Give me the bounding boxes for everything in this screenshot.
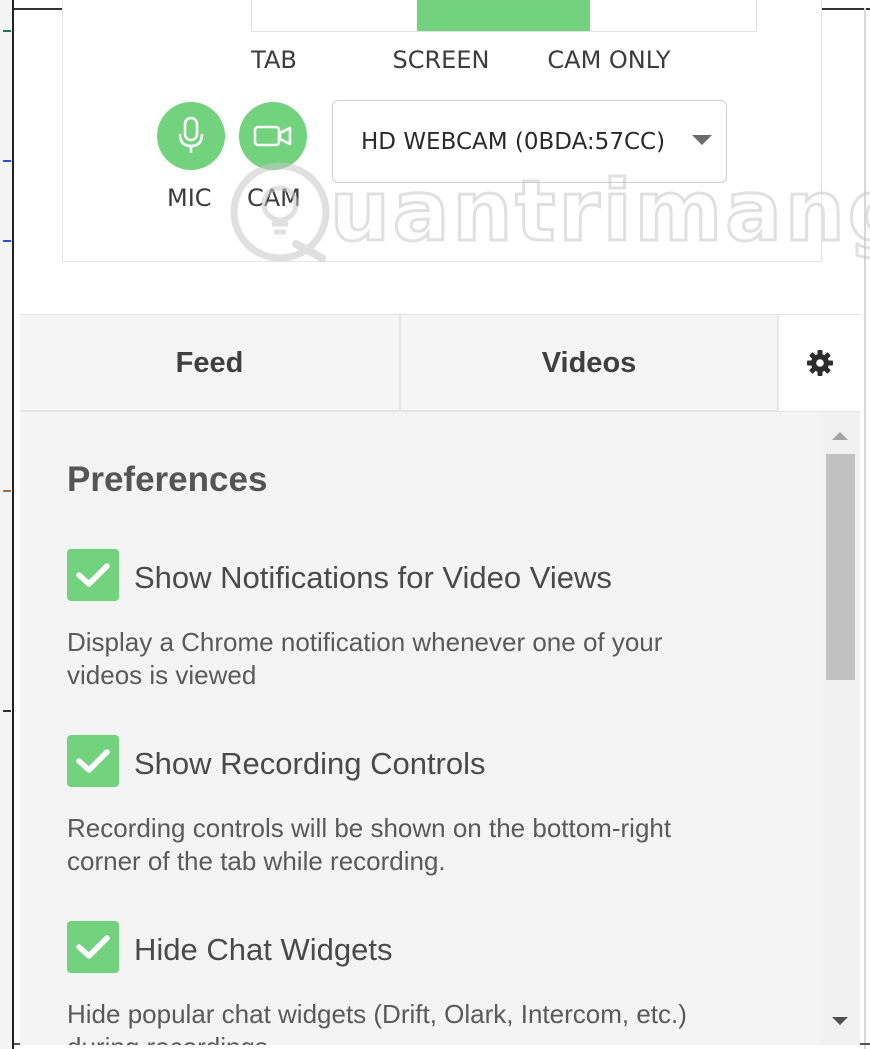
scroll-down-arrow-icon[interactable] xyxy=(832,1017,848,1025)
checkmark-icon xyxy=(76,935,110,959)
show-notifications-checkbox[interactable] xyxy=(67,549,119,601)
edge-mark xyxy=(3,160,11,162)
checkmark-icon xyxy=(76,749,110,773)
cam-label: CAM xyxy=(247,184,301,212)
tab-videos[interactable]: Videos xyxy=(401,315,779,411)
description-line: Recording controls will be shown on the … xyxy=(67,813,672,843)
mode-screen-label[interactable]: SCREEN xyxy=(356,46,526,74)
mode-tab-segment[interactable] xyxy=(252,0,417,31)
mic-toggle-button[interactable] xyxy=(157,102,225,170)
edge-mark xyxy=(3,240,11,242)
mode-screen-segment[interactable] xyxy=(417,0,590,31)
edge-mark xyxy=(3,710,11,712)
preferences-title: Preferences xyxy=(67,460,268,499)
camera-select-value: HD WEBCAM (0BDA:57CC) xyxy=(361,129,666,155)
mode-cam-only-segment[interactable] xyxy=(590,0,756,31)
edge-mark xyxy=(3,30,11,32)
mic-label: MIC xyxy=(167,184,212,212)
preferences-scrollbar[interactable] xyxy=(820,412,860,1045)
scroll-up-arrow-icon[interactable] xyxy=(832,432,848,440)
show-recording-controls-checkbox[interactable] xyxy=(67,735,119,787)
show-notifications-description: Display a Chrome notification whenever o… xyxy=(67,626,787,692)
scrollbar-thumb[interactable] xyxy=(826,454,855,680)
video-camera-icon xyxy=(253,125,292,147)
background-window-edge xyxy=(0,0,14,1049)
hide-chat-widgets-description: Hide popular chat widgets (Drift, Olark,… xyxy=(67,998,787,1045)
camera-source-select[interactable]: HD WEBCAM (0BDA:57CC) xyxy=(332,100,727,183)
description-line: corner of the tab while recording. xyxy=(67,846,446,876)
tab-settings[interactable] xyxy=(779,315,860,411)
popup-right-border xyxy=(864,8,866,1049)
description-line: videos is viewed xyxy=(67,660,257,690)
description-line: Hide popular chat widgets (Drift, Olark,… xyxy=(67,999,687,1029)
hide-chat-widgets-label[interactable]: Hide Chat Widgets xyxy=(134,932,392,968)
hide-chat-widgets-checkbox[interactable] xyxy=(67,921,119,973)
microphone-icon xyxy=(178,116,204,153)
description-line: Display a Chrome notification whenever o… xyxy=(67,627,663,657)
extension-popup: TAB SCREEN CAM ONLY MIC CAM HD WEBCAM (0… xyxy=(0,0,870,1049)
gear-icon xyxy=(806,350,833,376)
edge-mark xyxy=(3,490,11,492)
chevron-down-icon xyxy=(692,135,712,145)
recording-mode-toggle xyxy=(251,0,757,32)
show-recording-controls-description: Recording controls will be shown on the … xyxy=(67,812,787,878)
show-notifications-label[interactable]: Show Notifications for Video Views xyxy=(134,560,612,596)
preferences-panel: Preferences Show Notifications for Video… xyxy=(20,412,820,1045)
mode-cam-only-label[interactable]: CAM ONLY xyxy=(524,46,694,74)
show-recording-controls-label[interactable]: Show Recording Controls xyxy=(134,746,486,782)
panel-tabs: Feed Videos xyxy=(20,314,860,412)
description-line: during recordings xyxy=(67,1031,787,1045)
tab-feed[interactable]: Feed xyxy=(20,315,401,411)
mode-tab-label[interactable]: TAB xyxy=(189,46,359,74)
cam-toggle-button[interactable] xyxy=(239,102,307,170)
checkmark-icon xyxy=(76,563,110,587)
